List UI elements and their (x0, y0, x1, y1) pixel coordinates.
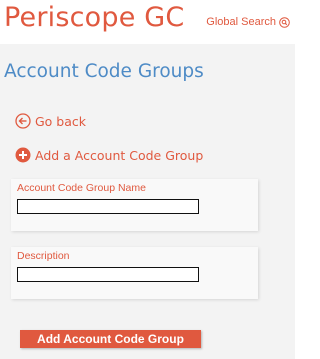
main-content: Account Code Groups Go back Add a Accoun… (0, 44, 295, 359)
description-input[interactable] (17, 267, 199, 282)
plus-circle-icon (15, 147, 31, 163)
add-account-code-group-link[interactable]: Add a Account Code Group (15, 147, 203, 163)
page: Periscope GC Global Search Account Code … (0, 0, 295, 359)
description-field-panel: Description (11, 247, 258, 299)
go-back-label: Go back (35, 113, 87, 129)
page-title: Account Code Groups (4, 61, 204, 82)
header: Periscope GC Global Search (0, 0, 295, 44)
go-back-link[interactable]: Go back (15, 113, 86, 129)
search-icon (279, 16, 290, 28)
name-field-label: Account Code Group Name (17, 182, 146, 194)
description-field-label: Description (17, 250, 70, 262)
account-code-group-name-input[interactable] (17, 199, 199, 214)
add-account-code-group-button[interactable]: Add Account Code Group (20, 330, 201, 348)
arrow-left-circle-icon (15, 113, 31, 129)
global-search-link[interactable]: Global Search (206, 16, 290, 28)
brand-title[interactable]: Periscope GC (4, 2, 184, 33)
name-field-panel: Account Code Group Name (11, 179, 258, 231)
global-search-label: Global Search (206, 16, 276, 28)
add-account-code-group-label: Add a Account Code Group (35, 147, 204, 163)
